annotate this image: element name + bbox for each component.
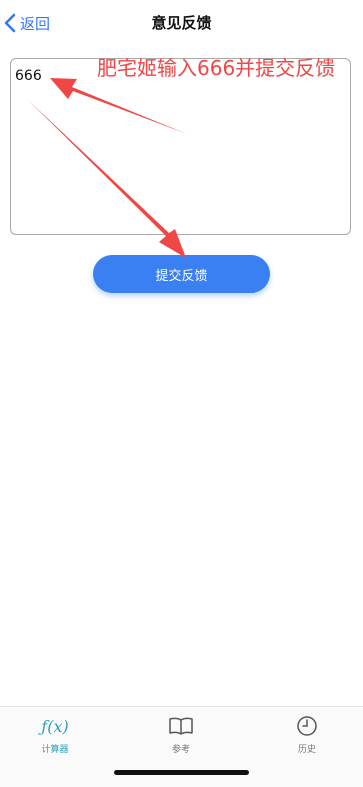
clock-icon bbox=[296, 715, 318, 737]
feedback-text-value: 666 bbox=[15, 68, 42, 84]
submit-feedback-button[interactable]: 提交反馈 bbox=[93, 255, 270, 293]
feedback-textarea[interactable]: 666 bbox=[10, 58, 351, 235]
function-fx-icon: ƒ(x) bbox=[41, 716, 69, 736]
home-indicator bbox=[114, 770, 249, 775]
tab-calculator[interactable]: ƒ(x) 计算器 bbox=[15, 715, 95, 756]
navigation-bar: 返回 意见反馈 bbox=[0, 0, 363, 46]
tab-label: 参考 bbox=[171, 745, 190, 755]
open-book-icon bbox=[168, 715, 194, 737]
tab-label: 计算器 bbox=[41, 745, 69, 755]
tab-reference[interactable]: 参考 bbox=[141, 715, 221, 755]
page-title: 意见反馈 bbox=[151, 14, 212, 32]
tab-history[interactable]: 历史 bbox=[267, 715, 347, 755]
tab-label: 历史 bbox=[297, 745, 316, 755]
